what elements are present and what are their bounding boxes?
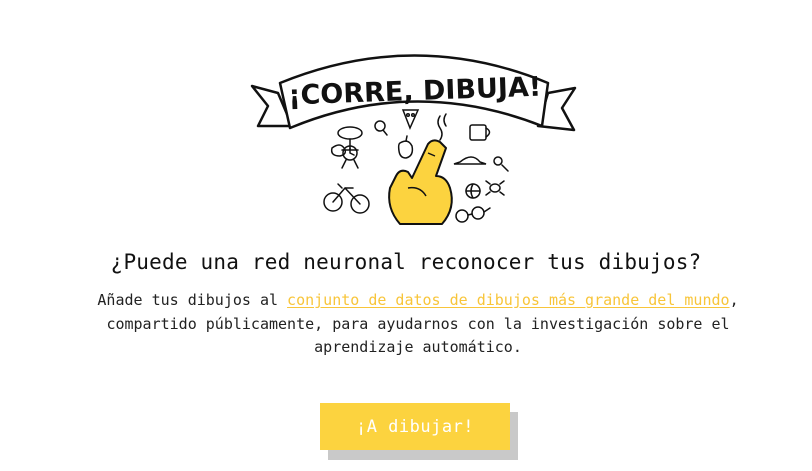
pizza-doodle (401, 109, 420, 130)
description-text-before: Añade tus dibujos al (97, 291, 288, 309)
dataset-link[interactable]: conjunto de datos de dibujos más grande … (287, 291, 730, 309)
apple-doodle (397, 135, 414, 159)
basketball-doodle (465, 183, 481, 199)
bug-doodle (485, 180, 505, 196)
intro-description: Añade tus dibujos al conjunto de datos d… (80, 289, 756, 360)
start-drawing-button[interactable]: ¡A dibujar! (320, 403, 510, 450)
glasses-doodle (455, 206, 491, 223)
mug-doodle (469, 124, 491, 141)
bulb-doodle (374, 120, 388, 136)
bicycle-doodle (323, 183, 370, 214)
hat-doodle (453, 156, 487, 165)
mic-doodle (493, 156, 509, 172)
clock-doodle (341, 145, 359, 169)
quickdraw-logo-illustration: ¡CORRE, DIBUJA! (250, 54, 577, 225)
page-headline: ¿Puede una red neuronal reconocer tus di… (110, 250, 702, 274)
pointing-hand-icon (388, 139, 453, 225)
start-drawing-button-container: ¡A dibujar! (320, 403, 518, 460)
